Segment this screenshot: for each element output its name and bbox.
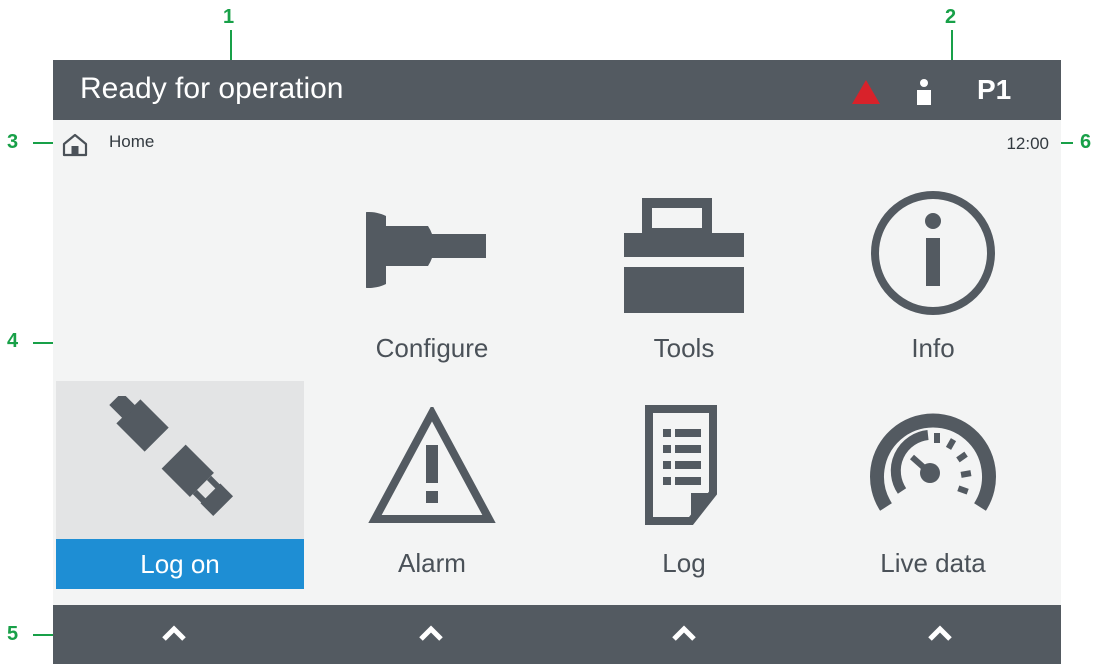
tile-label: Info xyxy=(911,333,955,363)
home-icon[interactable] xyxy=(61,132,89,158)
tile-label: Configure xyxy=(375,333,489,363)
callout-2: 2 xyxy=(945,6,957,28)
tile-alarm[interactable]: Alarm xyxy=(308,407,556,615)
tile-info[interactable]: Info xyxy=(809,191,1057,400)
profile-indicator[interactable]: P1 xyxy=(977,74,1011,106)
tile-label: Alarm xyxy=(398,548,466,578)
chevron-up-icon[interactable] xyxy=(162,623,186,641)
tile-label: Tools xyxy=(653,333,715,363)
plug-icon xyxy=(109,396,234,517)
clock: 12:00 xyxy=(1006,134,1049,153)
tile-live-data[interactable]: Live data xyxy=(809,407,1057,615)
user-icon[interactable] xyxy=(915,78,933,106)
toolbox-icon xyxy=(624,198,744,313)
callout-3-line xyxy=(33,142,55,144)
tile-label: Log on xyxy=(56,539,304,589)
callout-6: 6 xyxy=(1080,131,1092,153)
chevron-up-icon[interactable] xyxy=(928,623,952,641)
alarm-triangle-icon xyxy=(368,407,496,523)
wrench-icon xyxy=(366,212,486,288)
status-bar: Ready for operation P1 xyxy=(53,60,1061,120)
chevron-up-icon[interactable] xyxy=(419,623,443,641)
callout-4: 4 xyxy=(7,330,19,352)
breadcrumb[interactable]: Home xyxy=(109,132,154,152)
chevron-up-icon[interactable] xyxy=(672,623,696,641)
tile-configure[interactable]: Configure xyxy=(308,192,556,400)
tile-tools[interactable]: Tools xyxy=(560,192,808,400)
info-icon xyxy=(871,191,995,315)
status-text: Ready for operation xyxy=(80,72,344,105)
gauge-icon xyxy=(870,413,996,511)
main-content: Home 12:00 Configure Tools Info Log on A… xyxy=(53,120,1061,605)
tile-log-on[interactable]: Log on xyxy=(56,381,304,589)
callout-5: 5 xyxy=(7,623,19,645)
tile-label: Log xyxy=(662,548,706,578)
document-list-icon xyxy=(645,405,717,525)
bottom-nav-bar xyxy=(53,605,1061,664)
tile-log[interactable]: Log xyxy=(560,405,808,615)
callout-1: 1 xyxy=(223,6,235,28)
callout-3: 3 xyxy=(7,131,19,153)
warning-triangle-icon[interactable] xyxy=(851,79,881,105)
tile-label: Live data xyxy=(880,548,986,578)
